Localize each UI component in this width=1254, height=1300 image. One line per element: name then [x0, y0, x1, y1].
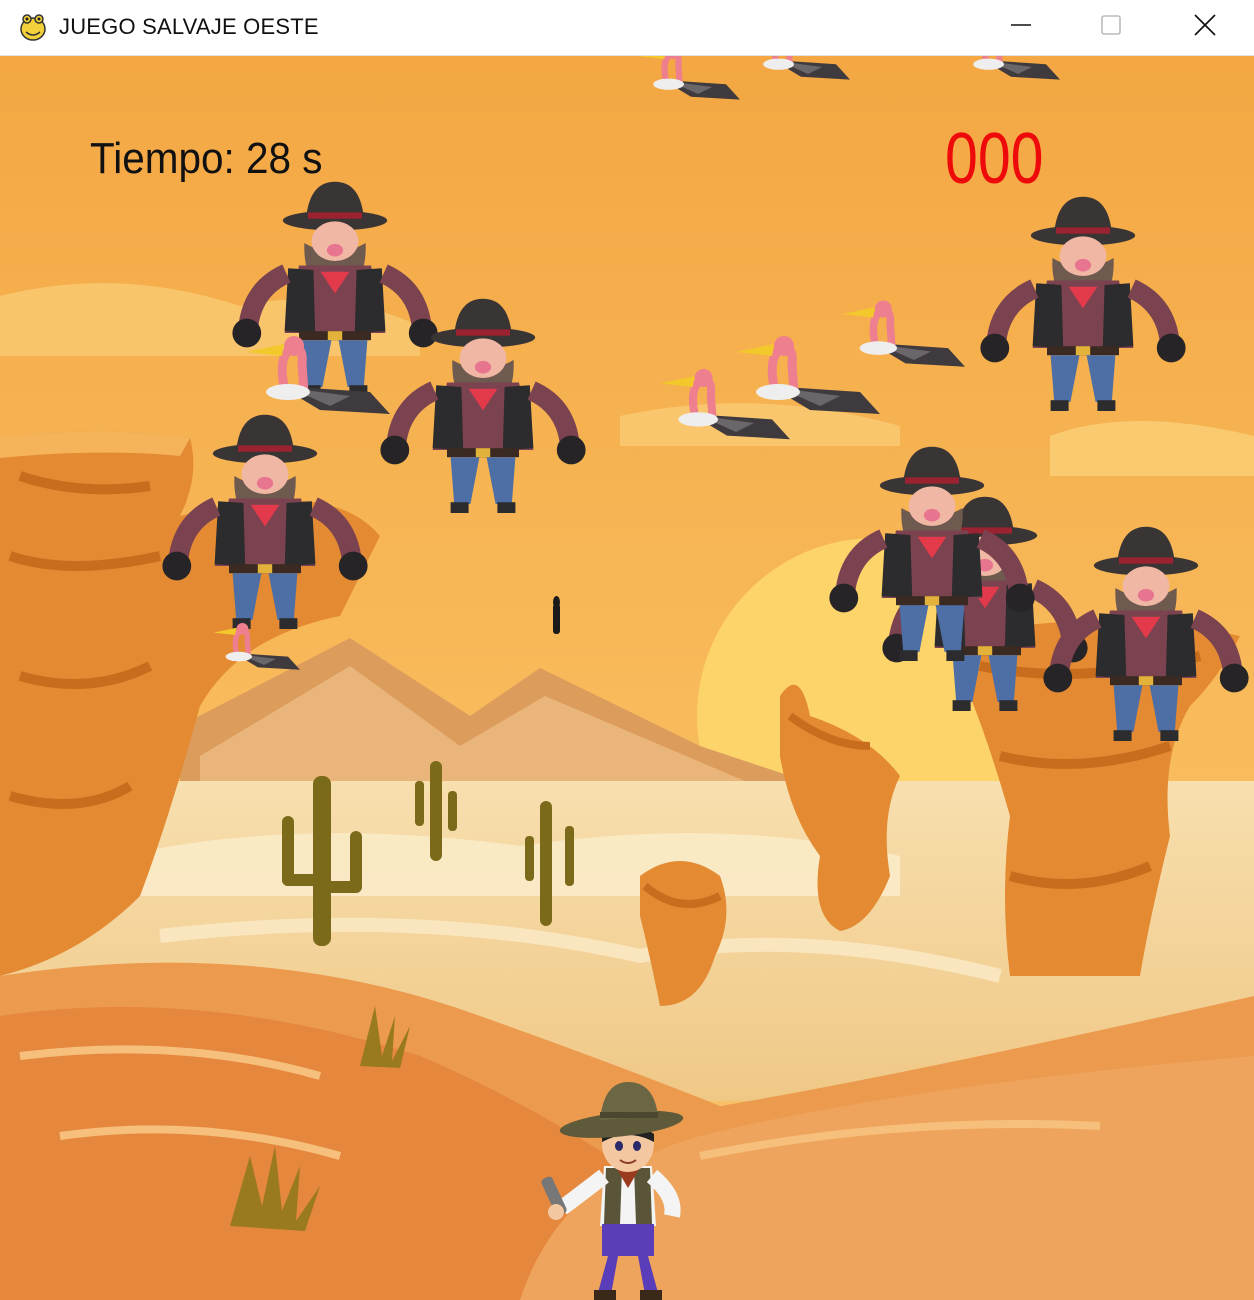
minimize-button[interactable] [986, 0, 1056, 50]
app-icon [20, 14, 46, 41]
desert-scene [0, 56, 1254, 1300]
window-title: JUEGO SALVAJE OESTE [59, 14, 319, 39]
game-canvas[interactable]: Tiempo: 28 s 000 [0, 56, 1254, 1300]
bullet [553, 596, 560, 634]
close-button[interactable] [1170, 0, 1240, 50]
minimize-icon [1011, 24, 1031, 26]
close-icon [1194, 14, 1216, 36]
time-remaining-label: Tiempo: 28 s [90, 134, 323, 183]
maximize-button[interactable] [1076, 0, 1146, 50]
score-counter: 000 [945, 119, 1044, 199]
title-bar[interactable]: JUEGO SALVAJE OESTE [0, 0, 1254, 56]
game-window: JUEGO SALVAJE OESTE Tiempo: 28 s 000 [0, 0, 1254, 1300]
maximize-icon [1101, 15, 1121, 35]
